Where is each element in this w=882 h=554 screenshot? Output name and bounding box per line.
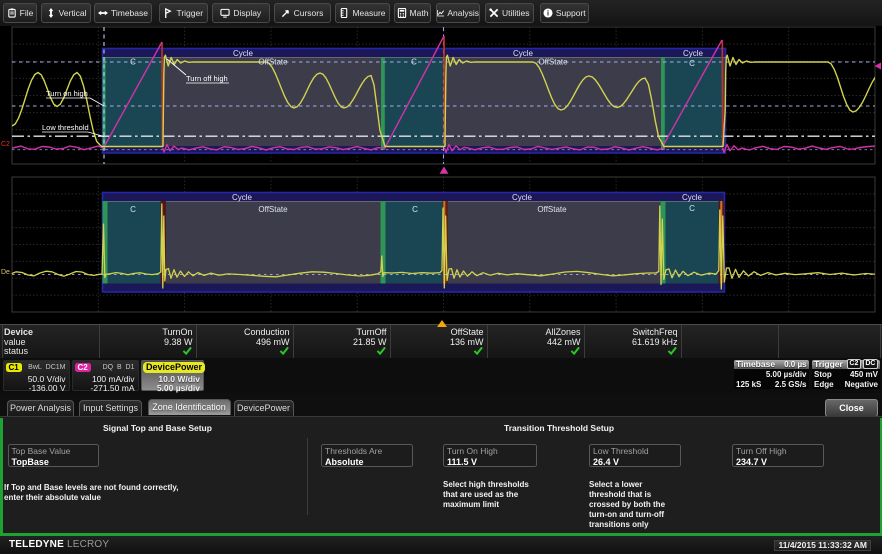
svg-text:C: C [130, 205, 136, 214]
svg-text:Cycle: Cycle [512, 193, 533, 202]
svg-text:C: C [412, 205, 418, 214]
svg-text:OffState: OffState [537, 205, 567, 214]
svg-text:C: C [411, 58, 417, 67]
svg-text:Turn on high: Turn on high [46, 89, 88, 98]
svg-text:OffState: OffState [258, 205, 288, 214]
svg-text:i: i [547, 9, 549, 18]
svg-text:C2: C2 [1, 141, 10, 148]
svg-text:Cycle: Cycle [233, 49, 254, 58]
svg-text:C: C [689, 204, 695, 213]
svg-text:Cycle: Cycle [682, 193, 703, 202]
svg-text:Cycle: Cycle [683, 49, 704, 58]
svg-text:De.: De. [1, 269, 12, 276]
svg-text:Cycle: Cycle [513, 49, 534, 58]
svg-text:C: C [689, 59, 695, 68]
svg-text:OffState: OffState [258, 58, 288, 67]
svg-text:Low threshold: Low threshold [42, 123, 89, 132]
svg-text:OffState: OffState [538, 58, 568, 67]
svg-text:Turn off high: Turn off high [186, 74, 228, 83]
svg-text:Cycle: Cycle [232, 193, 253, 202]
svg-text:C: C [130, 58, 136, 67]
